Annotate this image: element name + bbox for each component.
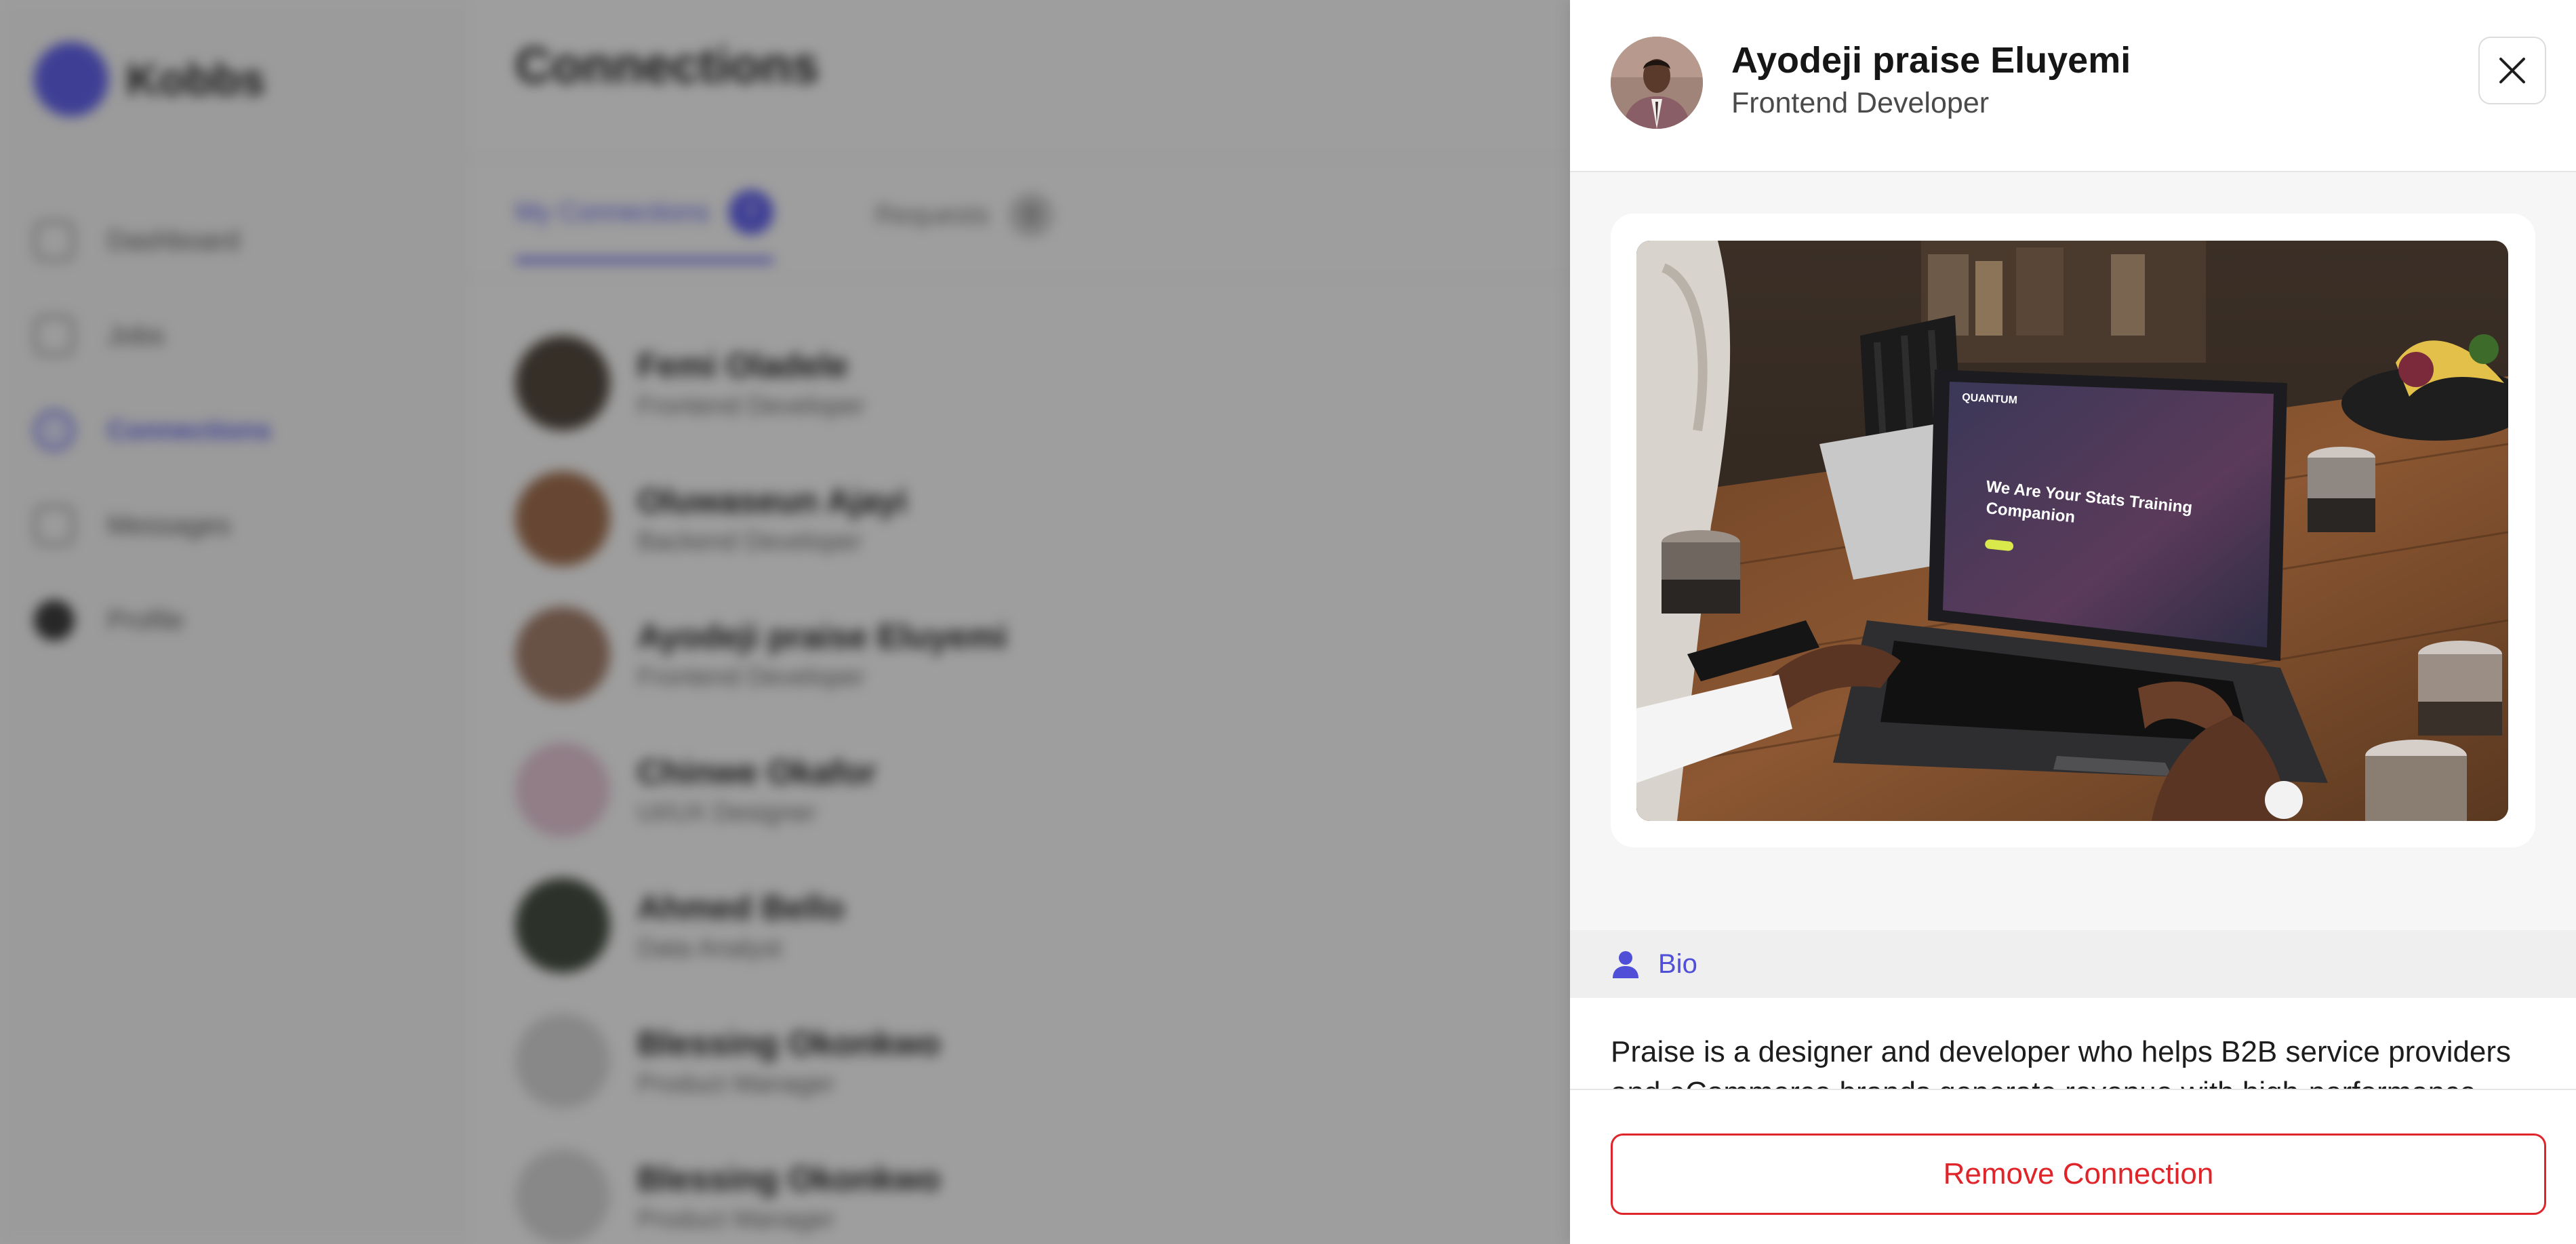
media-card: QUANTUM We Are Your Stats Training Compa… — [1611, 214, 2535, 847]
bio-section-header: Bio — [1570, 930, 2576, 998]
laptop-on-table-photo: QUANTUM We Are Your Stats Training Compa… — [1636, 241, 2508, 821]
portfolio-image[interactable]: QUANTUM We Are Your Stats Training Compa… — [1636, 241, 2508, 821]
connection-detail-panel: Ayodeji praise Eluyemi Frontend Develope… — [1570, 0, 2576, 1244]
close-icon — [2499, 58, 2525, 83]
modal-backdrop[interactable] — [0, 0, 1570, 1244]
user-icon — [1613, 951, 1638, 978]
profile-name: Ayodeji praise Eluyemi — [1731, 40, 2131, 81]
bio-label: Bio — [1658, 948, 1697, 979]
panel-footer: Remove Connection — [1570, 1089, 2576, 1244]
remove-connection-button[interactable]: Remove Connection — [1611, 1133, 2546, 1215]
profile-role: Frontend Developer — [1731, 87, 1990, 119]
panel-header: Ayodeji praise Eluyemi Frontend Develope… — [1570, 0, 2576, 172]
close-button[interactable] — [2478, 37, 2546, 104]
profile-photo — [1611, 37, 1703, 129]
avatar — [1611, 37, 1703, 129]
